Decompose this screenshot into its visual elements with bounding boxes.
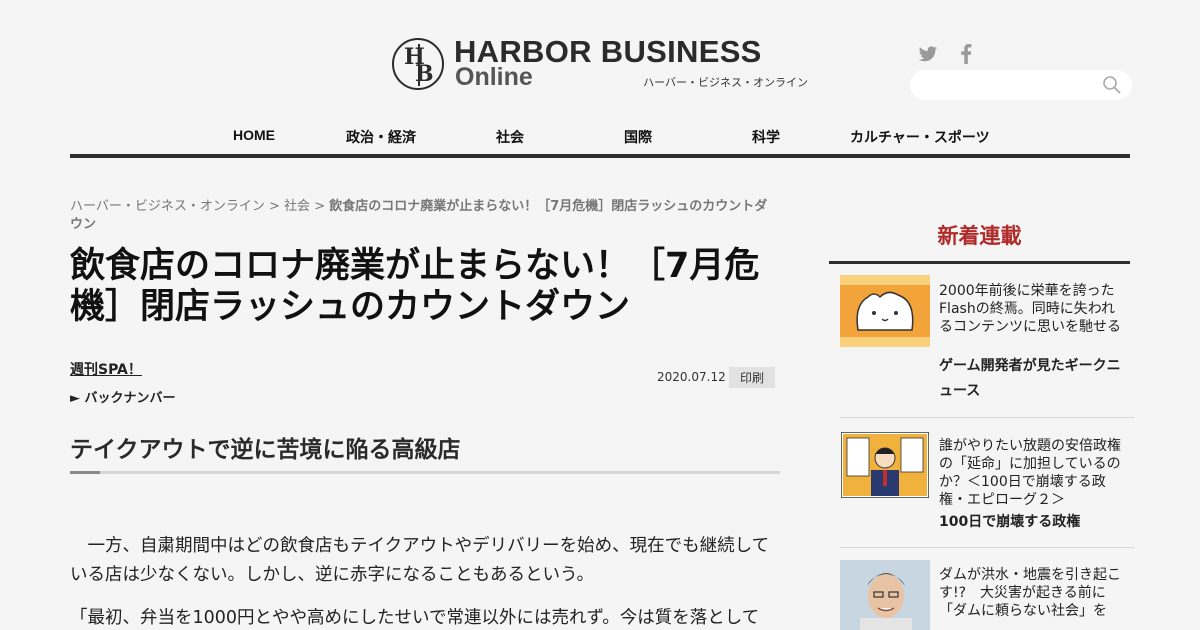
logo-emblem: HB bbox=[392, 38, 444, 90]
sidebar-item-description[interactable]: 誰がやりたい放題の安倍政権の「延命」に加担しているのか？＜100日で崩壊する政権… bbox=[939, 437, 1125, 509]
logo-kana: ハーバー・ビジネス・オンライン bbox=[643, 76, 808, 89]
search-input[interactable] bbox=[924, 75, 1104, 95]
social-links bbox=[918, 44, 976, 64]
sidebar-item-series[interactable]: 100日で崩壊する政権 bbox=[939, 510, 1129, 535]
article-subheading: テイクアウトで逆に苦境に陥る高級店 bbox=[70, 430, 780, 474]
subheading-accent bbox=[70, 471, 100, 474]
facebook-icon[interactable] bbox=[956, 44, 976, 64]
sidebar-thumbnail[interactable] bbox=[840, 431, 930, 499]
author-link[interactable]: 週刊SPA！ bbox=[70, 359, 142, 379]
nav-item-home[interactable]: HOME bbox=[233, 127, 275, 143]
twitter-icon[interactable] bbox=[918, 44, 938, 64]
sidebar-title: 新着連載 bbox=[829, 220, 1130, 264]
site-logo[interactable]: HB HARBOR BUSINESS Online ハーバー・ビジネス・オンライ… bbox=[392, 34, 812, 92]
breadcrumb-home[interactable]: ハーバー・ビジネス・オンライン bbox=[70, 199, 265, 214]
search-icon[interactable] bbox=[1102, 75, 1122, 95]
logo-online: Online bbox=[455, 63, 533, 91]
subheading-text: テイクアウトで逆に苦境に陥る高級店 bbox=[70, 437, 461, 463]
sidebar-item[interactable]: 2000年前後に栄華を誇ったFlashの終焉。同時に失われるコンテンツに思いを馳… bbox=[840, 275, 1134, 418]
sidebar-item[interactable]: ダムが洪水・地震を引き起こす!? 大災害が起きる前に「ダムに頼らない社会」を bbox=[840, 560, 1134, 630]
breadcrumb: ハーバー・ビジネス・オンライン > 社会 > 飲食店のコロナ廃業が止まらない！［… bbox=[70, 198, 780, 234]
backnumber-link[interactable]: ► バックナンバー bbox=[70, 387, 176, 406]
nav-item-politics-economy[interactable]: 政治・経済 bbox=[346, 127, 416, 147]
sidebar-item-series[interactable]: ゲーム開発者が見たギークニュース bbox=[939, 354, 1129, 404]
main-nav: HOME 政治・経済 社会 国際 科学 カルチャー・スポーツ bbox=[70, 122, 1130, 158]
publish-date: 2020.07.12 bbox=[657, 370, 726, 384]
breadcrumb-category[interactable]: 社会 bbox=[284, 199, 310, 214]
nav-item-international[interactable]: 国際 bbox=[624, 127, 652, 147]
sidebar-item-description[interactable]: ダムが洪水・地震を引き起こす!? 大災害が起きる前に「ダムに頼らない社会」を bbox=[939, 566, 1125, 620]
article-body: 一方、自粛期間中はどの飲食店もテイクアウトやデリバリーを始め、現在でも継続してい… bbox=[70, 532, 782, 630]
article-paragraph: 「最初、弁当を1000円とやや高めにしたせいで常連以外には売れず。今は質を落とし… bbox=[70, 608, 760, 628]
search-box[interactable] bbox=[910, 70, 1132, 100]
article-paragraph: 一方、自粛期間中はどの飲食店もテイクアウトやデリバリーを始め、現在でも継続してい… bbox=[70, 536, 770, 585]
article-headline: 飲食店のコロナ廃業が止まらない！［7月危機］閉店ラッシュのカウントダウン bbox=[70, 246, 760, 327]
sidebar-item[interactable]: 誰がやりたい放題の安倍政権の「延命」に加担しているのか？＜100日で崩壊する政権… bbox=[840, 431, 1134, 548]
sidebar-item-description[interactable]: 2000年前後に栄華を誇ったFlashの終焉。同時に失われるコンテンツに思いを馳… bbox=[939, 282, 1125, 336]
print-button[interactable]: 印刷 bbox=[729, 367, 775, 388]
breadcrumb-separator: > bbox=[310, 199, 330, 214]
nav-item-society[interactable]: 社会 bbox=[496, 127, 524, 147]
sidebar-thumbnail[interactable] bbox=[840, 560, 930, 630]
sidebar-thumbnail[interactable] bbox=[840, 275, 930, 347]
breadcrumb-separator: > bbox=[264, 199, 285, 214]
nav-item-culture-sports[interactable]: カルチャー・スポーツ bbox=[850, 127, 990, 147]
nav-item-science[interactable]: 科学 bbox=[752, 127, 780, 147]
